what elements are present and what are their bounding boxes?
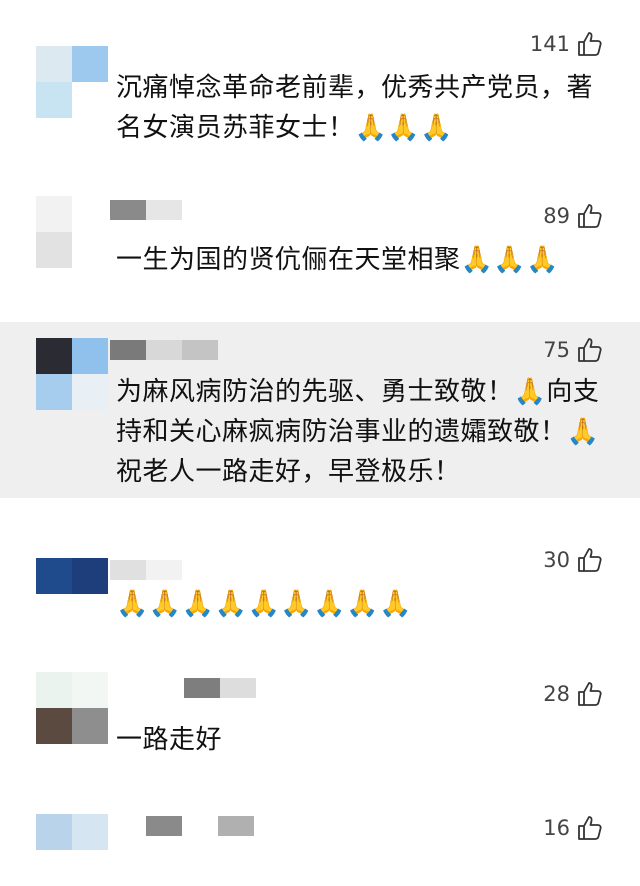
avatar-pixel — [72, 850, 108, 886]
avatar-pixel — [36, 374, 72, 410]
like-button[interactable]: 141 — [530, 30, 604, 58]
avatar-pixel — [36, 232, 72, 268]
avatar-pixel — [72, 672, 108, 708]
username-pixel — [146, 560, 182, 580]
comment-item: 16 — [0, 802, 640, 886]
username-pixel — [110, 340, 146, 360]
comment-text: 一路走好 — [116, 725, 223, 755]
avatar[interactable] — [36, 522, 108, 594]
username-pixel — [146, 340, 182, 360]
thumbs-up-icon — [578, 32, 602, 56]
avatar-pixel — [36, 196, 72, 232]
thumbs-up-icon — [578, 338, 602, 362]
comment-text: 🙏🙏🙏🙏🙏🙏🙏🙏🙏 — [116, 589, 412, 619]
avatar-pixel — [36, 522, 72, 558]
like-count: 75 — [543, 338, 570, 362]
thumbs-up-icon — [578, 548, 602, 572]
avatar-pixel — [36, 814, 72, 850]
username-pixel — [182, 340, 218, 360]
username-pixel — [146, 200, 182, 220]
avatar[interactable] — [36, 196, 108, 268]
avatar-pixel — [72, 558, 108, 594]
avatar[interactable] — [36, 338, 108, 410]
like-button[interactable]: 75 — [543, 336, 604, 364]
thumbs-up-icon — [578, 816, 602, 840]
like-button[interactable]: 30 — [543, 546, 604, 574]
like-count: 89 — [543, 204, 570, 228]
comment-text: 沉痛悼念革命老前辈，优秀共产党员，著名女演员苏菲女士！🙏🙏🙏 — [116, 73, 594, 143]
like-button[interactable]: 16 — [543, 814, 604, 842]
comment-item: 28 一路走好 — [0, 658, 640, 802]
comment-item: 75 为麻风病防治的先驱、勇士致敬！🙏向支持和关心麻疯病防治事业的遗孀致敬！🙏祝… — [0, 322, 640, 498]
avatar-pixel — [36, 672, 72, 708]
username-pixel — [182, 816, 218, 836]
username[interactable] — [146, 816, 254, 836]
avatar-pixel — [72, 338, 108, 374]
avatar-pixel — [72, 82, 108, 118]
like-count: 30 — [543, 548, 570, 572]
username-pixel — [110, 560, 146, 580]
username[interactable] — [184, 678, 256, 698]
avatar-pixel — [72, 232, 108, 268]
thumbs-up-icon — [578, 204, 602, 228]
avatar-pixel — [72, 196, 108, 232]
avatar-pixel — [36, 850, 72, 886]
avatar[interactable] — [36, 46, 108, 118]
avatar-pixel — [72, 708, 108, 744]
comment-text: 为麻风病防治的先驱、勇士致敬！🙏向支持和关心麻疯病防治事业的遗孀致敬！🙏祝老人一… — [116, 377, 600, 487]
username[interactable] — [110, 340, 218, 360]
username-pixel — [184, 678, 220, 698]
avatar-pixel — [36, 338, 72, 374]
comment-text: 一生为国的贤伉俪在天堂相聚🙏🙏🙏 — [116, 245, 560, 275]
like-button[interactable]: 28 — [543, 680, 604, 708]
avatar[interactable] — [36, 814, 108, 886]
username-pixel — [110, 200, 146, 220]
avatar-pixel — [72, 814, 108, 850]
avatar-pixel — [36, 82, 72, 118]
like-count: 28 — [543, 682, 570, 706]
comment-item: 141 沉痛悼念革命老前辈，优秀共产党员，著名女演员苏菲女士！🙏🙏🙏 — [0, 0, 640, 184]
avatar-pixel — [36, 708, 72, 744]
avatar-pixel — [72, 46, 108, 82]
like-count: 141 — [529, 32, 570, 56]
username-pixel — [218, 816, 254, 836]
username-pixel — [146, 816, 182, 836]
like-count: 16 — [543, 816, 570, 840]
comment-item: 89 一生为国的贤伉俪在天堂相聚🙏🙏🙏 — [0, 184, 640, 322]
avatar[interactable] — [36, 672, 108, 744]
username[interactable] — [110, 560, 182, 580]
username-pixel — [220, 678, 256, 698]
like-button[interactable]: 89 — [543, 202, 604, 230]
username[interactable] — [110, 200, 182, 220]
thumbs-up-icon — [578, 682, 602, 706]
avatar-pixel — [72, 374, 108, 410]
avatar-pixel — [72, 522, 108, 558]
avatar-pixel — [36, 558, 72, 594]
avatar-pixel — [36, 46, 72, 82]
comment-item: 30 🙏🙏🙏🙏🙏🙏🙏🙏🙏 — [0, 498, 640, 658]
